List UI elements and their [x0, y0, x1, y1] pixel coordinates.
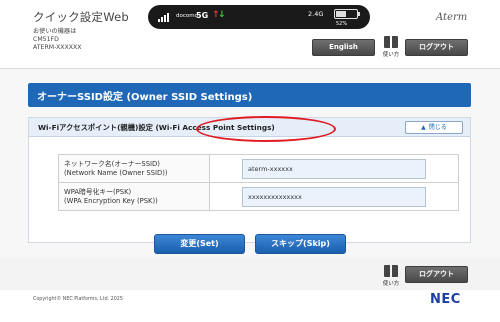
psk-label-jp: WPA暗号化キー(PSK): [64, 187, 132, 196]
wifi-band: 2.4G: [308, 10, 324, 18]
ssid-label-jp: ネットワーク名(オーナーSSID): [64, 159, 160, 168]
set-button[interactable]: 変更(Set): [154, 234, 245, 254]
manual-link-bottom[interactable]: 使い方: [381, 265, 401, 289]
logout-button-bottom[interactable]: ログアウト: [405, 266, 468, 283]
psk-label-en: (WPA Encryption Key (PSK)): [64, 196, 158, 205]
signal-icon: [158, 13, 172, 22]
battery-percent: 52%: [336, 21, 348, 27]
device-label: お使いの機器は: [33, 28, 77, 35]
psk-input[interactable]: xxxxxxxxxxxxxx: [242, 186, 426, 207]
network-type: 5G: [196, 11, 209, 20]
logout-button[interactable]: ログアウト: [405, 39, 468, 56]
manual-label: 使い方: [382, 281, 400, 287]
battery-tip: [358, 12, 360, 16]
psk-cell: xxxxxxxxxxxxxx: [209, 182, 459, 211]
manual-label: 使い方: [382, 52, 400, 58]
app-title: クイック設定Web: [33, 10, 129, 24]
chevron-up-icon: ▲: [421, 124, 426, 131]
collapse-label: 閉じる: [428, 124, 447, 131]
aterm-logo: Aterm: [436, 12, 468, 23]
psk-label: WPA暗号化キー(PSK) (WPA Encryption Key (PSK)): [58, 182, 210, 211]
skip-button[interactable]: スキップ(Skip): [255, 234, 346, 254]
section-banner: オーナーSSID設定 (Owner SSID Settings): [28, 83, 471, 107]
header: クイック設定Web お使いの機器は CM51FD ATERM-XXXXXX do…: [0, 0, 500, 68]
table-row: ネットワーク名(オーナーSSID) (Network Name (Owner S…: [58, 154, 459, 183]
section-title: オーナーSSID設定 (Owner SSID Settings): [37, 92, 253, 103]
collapse-button[interactable]: ▲ 閉じる: [405, 121, 463, 134]
ssid-label-en: (Network Name (Owner SSID)): [64, 168, 168, 177]
ssid-input[interactable]: aterm-xxxxxx: [242, 158, 426, 179]
copyright-text: Copyright© NEC Platforms, Ltd. 2025: [33, 297, 123, 302]
english-button[interactable]: English: [312, 39, 375, 56]
device-model: CM51FD: [33, 36, 59, 43]
battery-fill: [336, 11, 346, 17]
book-icon: [384, 265, 398, 277]
table-row: WPA暗号化キー(PSK) (WPA Encryption Key (PSK))…: [58, 182, 459, 211]
ssid-label: ネットワーク名(オーナーSSID) (Network Name (Owner S…: [58, 154, 210, 183]
book-icon: [384, 36, 398, 48]
download-arrow-icon: ↓: [218, 10, 226, 20]
nec-logo: NEC: [430, 292, 461, 307]
ssid-cell: aterm-xxxxxx: [209, 154, 459, 183]
device-info: お使いの機器は CM51FD ATERM-XXXXXX: [33, 28, 81, 52]
manual-link[interactable]: 使い方: [381, 36, 401, 60]
settings-form: ネットワーク名(オーナーSSID) (Network Name (Owner S…: [58, 154, 459, 211]
highlight-annotation: [196, 116, 336, 142]
battery-icon: [334, 9, 360, 19]
device-name: ATERM-XXXXXX: [33, 44, 82, 51]
carrier-label: docomo: [176, 13, 198, 19]
status-bar: docomo 5G ↑ ↓ 2.4G 52%: [148, 5, 370, 29]
main-content: オーナーSSID設定 (Owner SSID Settings) Wi-Fiアク…: [0, 68, 500, 258]
